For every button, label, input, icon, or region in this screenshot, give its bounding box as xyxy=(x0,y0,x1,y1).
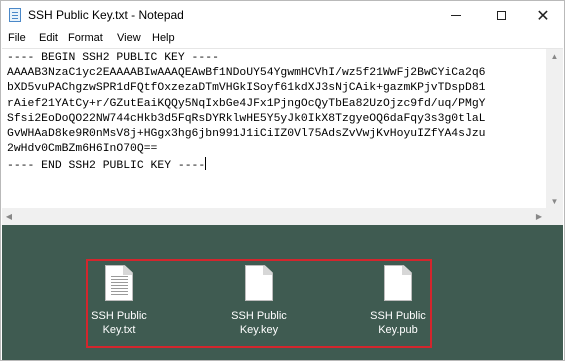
maximize-button[interactable] xyxy=(479,2,523,29)
menu-view[interactable]: View xyxy=(117,32,141,44)
page-fold xyxy=(123,266,132,275)
scroll-up-arrow-icon[interactable]: ▲ xyxy=(546,49,563,63)
editor-line: ---- END SSH2 PUBLIC KEY ---- xyxy=(7,160,206,173)
desktop-file-ssh-public-key-key[interactable]: SSH Public Key.key xyxy=(214,265,304,337)
file-icon xyxy=(245,265,273,301)
editor-line: ---- BEGIN SSH2 PUBLIC KEY ---- xyxy=(7,52,219,64)
editor-line: GvWHAaD8ke9R0nMsV8j+HGgx3hg6jbn991J1iCiI… xyxy=(7,128,486,141)
editor-line: 2wHdv0CmBZm6H6InO70Q== xyxy=(7,143,158,156)
file-label: SSH Public Key.txt xyxy=(91,310,147,336)
desktop-file-ssh-public-key-pub[interactable]: SSH Public Key.pub xyxy=(353,265,443,337)
scroll-left-arrow-icon[interactable]: ◀ xyxy=(2,208,16,225)
notepad-app-icon[interactable] xyxy=(9,8,21,22)
editor-last-line: ---- END SSH2 PUBLIC KEY ---- xyxy=(7,157,547,174)
file-label: SSH Public Key.key xyxy=(231,310,287,336)
page-fold xyxy=(263,266,272,275)
menu-file[interactable]: File xyxy=(8,32,26,44)
editor-line: rAief21YAtCy+r/GZutEaiKQQy5NqIxbGe4JFx1P… xyxy=(7,97,486,110)
scroll-right-arrow-icon[interactable]: ▶ xyxy=(532,208,546,225)
menu-help[interactable]: Help xyxy=(152,32,175,44)
menu-edit[interactable]: Edit xyxy=(39,32,58,44)
horizontal-scrollbar[interactable]: ◀ ▶ xyxy=(2,208,546,225)
vertical-scrollbar[interactable]: ▲ ▼ xyxy=(546,49,563,208)
close-icon: ✕ xyxy=(536,5,550,25)
editor-line: AAAAB3NzaC1yc2EAAAABIwAAAQEAwBf1NDoUY54Y… xyxy=(7,67,486,80)
text-caret xyxy=(205,157,207,171)
notepad-window: SSH Public Key.txt - Notepad ✕ File Edit… xyxy=(0,0,565,361)
text-lines xyxy=(111,276,128,277)
text-editor[interactable]: ---- BEGIN SSH2 PUBLIC KEY ---- AAAAB3Nza… xyxy=(2,48,563,225)
menu-bar: File Edit Format View Help xyxy=(2,29,563,48)
desktop-area: SSH Public Key.txt SSH Public Key.key SS… xyxy=(2,225,563,360)
minimize-button[interactable] xyxy=(434,2,478,29)
text-file-icon xyxy=(105,265,133,301)
editor-line: Sfsi2EoDoQO22NW744cHkb3d5FqRsDYRklwHE5Y5… xyxy=(7,112,486,125)
minimize-icon xyxy=(451,15,461,16)
menu-format[interactable]: Format xyxy=(68,32,103,44)
editor-line: bXD5vuPAChgzwSPR1dFQtfOxzezaDTmVHGkISoyf… xyxy=(7,82,486,95)
file-label: SSH Public Key.pub xyxy=(370,310,426,336)
page-fold xyxy=(402,266,411,275)
scroll-down-arrow-icon[interactable]: ▼ xyxy=(546,194,563,208)
desktop-file-ssh-public-key-txt[interactable]: SSH Public Key.txt xyxy=(74,265,164,337)
editor-text-area[interactable]: ---- BEGIN SSH2 PUBLIC KEY ---- AAAAB3Nza… xyxy=(7,51,547,206)
window-title: SSH Public Key.txt - Notepad xyxy=(28,8,184,22)
file-icon xyxy=(384,265,412,301)
title-bar[interactable]: SSH Public Key.txt - Notepad ✕ xyxy=(2,2,563,29)
close-button[interactable]: ✕ xyxy=(521,2,565,29)
scrollbar-corner xyxy=(546,208,563,225)
maximize-icon xyxy=(496,11,506,20)
